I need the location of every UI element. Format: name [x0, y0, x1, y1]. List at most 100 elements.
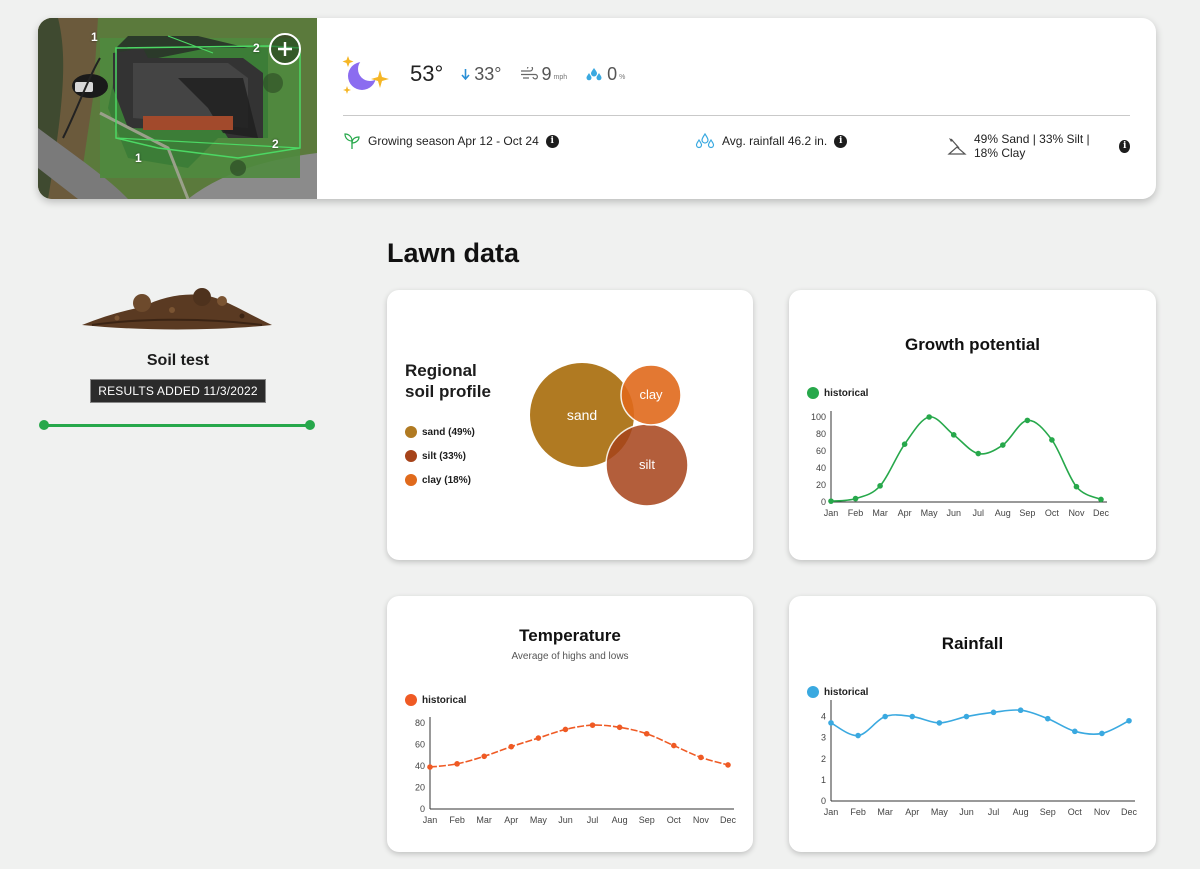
data-point [616, 724, 623, 731]
x-tick-label: Jan [824, 508, 839, 518]
low-temperature: 33° [461, 63, 502, 85]
soil-test-panel: Soil test RESULTS ADDED 11/3/2022 [38, 285, 318, 435]
x-tick-label: Aug [995, 508, 1011, 518]
y-tick-label: 0 [821, 796, 826, 806]
data-point [1017, 707, 1024, 714]
data-point [1126, 717, 1132, 724]
data-point [508, 743, 515, 750]
growth-potential-card: Growth potential historical 0 20 40 60 80 100… [789, 290, 1156, 560]
data-point [1000, 442, 1006, 448]
data-point [901, 441, 908, 447]
y-tick-label: 40 [816, 463, 826, 473]
rainfall-line-chart: 0 1 2 3 4 Jan Feb Mar Apr May Jun Jul Aug Sep Oct Nov De… [821, 700, 1138, 817]
divider [343, 115, 1130, 116]
data-point [562, 726, 569, 733]
progress-track [44, 424, 310, 427]
x-tick-label: Nov [1068, 508, 1085, 518]
data-point [643, 730, 650, 737]
x-tick-label: Dec [1093, 508, 1110, 518]
y-tick-label: 20 [816, 480, 826, 490]
x-tick-label: Sep [639, 815, 655, 825]
results-badge[interactable]: RESULTS ADDED 11/3/2022 [90, 379, 266, 403]
shovel-icon [947, 137, 967, 155]
y-tick-label: 80 [816, 429, 826, 439]
rainfall-text: Avg. rainfall 46.2 in. [722, 134, 828, 148]
x-tick-label: Nov [1094, 807, 1111, 817]
y-tick-label: 0 [821, 497, 826, 507]
data-point [698, 754, 704, 761]
data-point [926, 414, 932, 420]
soil-mix-text: 49% Sand | 33% Silt | 18% Clay [974, 132, 1090, 160]
growth-line-chart: 0 20 40 60 80 100 Jan Feb Mar Apr May Jun Jul Aug Sep O… [811, 411, 1110, 518]
data-point [1073, 483, 1080, 490]
progress-start-dot [39, 420, 49, 430]
y-tick-label: 2 [821, 754, 826, 764]
x-tick-label: Feb [848, 508, 864, 518]
bubble-label-clay: clay [639, 387, 663, 402]
precip-unit: % [619, 73, 626, 81]
series-line [830, 709, 1130, 737]
info-icon[interactable]: i [834, 134, 848, 148]
soil-pile-image [82, 288, 272, 330]
data-point [828, 720, 834, 726]
data-point [975, 450, 982, 457]
data-point [1044, 715, 1051, 722]
y-tick-label: 40 [415, 761, 425, 771]
info-icon[interactable]: i [545, 134, 559, 148]
precip-value: 0 [607, 63, 618, 84]
x-tick-label: Sep [1019, 508, 1035, 518]
y-tick-label: 3 [821, 733, 826, 743]
data-point [535, 735, 542, 741]
data-point [877, 483, 883, 489]
x-tick-label: Jun [558, 815, 573, 825]
soil-bubble-chart: sand clay silt [530, 363, 689, 507]
x-tick-label: Nov [693, 815, 710, 825]
bubble-label-sand: sand [567, 407, 597, 423]
data-point [990, 709, 997, 716]
y-tick-label: 60 [816, 446, 826, 456]
x-tick-label: Jun [959, 807, 974, 817]
growing-season-text: Growing season Apr 12 - Oct 24 [368, 134, 539, 148]
x-tick-label: Aug [612, 815, 628, 825]
bubble-label-silt: silt [639, 457, 655, 472]
x-tick-label: Oct [667, 815, 682, 825]
zone-label: 1 [135, 151, 142, 165]
data-point [1098, 496, 1104, 503]
plus-icon [278, 42, 292, 56]
x-tick-label: Dec [720, 815, 737, 825]
property-card: 1 2 1 2 53° 33° 9 mph 0 % Growing season… [38, 18, 1156, 199]
add-zone-button[interactable] [269, 33, 301, 65]
y-tick-label: 100 [811, 412, 826, 422]
data-point [589, 722, 596, 728]
x-tick-label: Oct [1068, 807, 1083, 817]
data-point [855, 732, 861, 739]
data-point [828, 498, 834, 504]
x-tick-label: May [921, 508, 939, 518]
property-map[interactable]: 1 2 1 2 [38, 18, 317, 199]
data-point [725, 762, 731, 768]
data-point [852, 495, 859, 502]
y-tick-label: 1 [821, 775, 826, 785]
x-tick-label: Feb [449, 815, 465, 825]
weather-summary: 53° 33° 9 mph 0 % [340, 52, 625, 96]
series-line [830, 416, 1102, 502]
x-tick-label: Dec [1121, 807, 1138, 817]
info-icon[interactable]: i [1119, 139, 1130, 153]
low-temperature-value: 33° [474, 63, 502, 84]
x-tick-label: Feb [850, 807, 866, 817]
raindrops-icon [695, 132, 715, 150]
data-point [1099, 730, 1105, 737]
x-tick-label: Mar [872, 508, 888, 518]
data-point [909, 713, 916, 720]
progress-end-dot [305, 420, 315, 430]
raindrops-icon [585, 67, 603, 81]
x-tick-label: Jul [973, 508, 985, 518]
data-point [1049, 437, 1055, 443]
x-tick-label: May [931, 807, 949, 817]
data-point [481, 753, 487, 760]
x-tick-label: Jul [988, 807, 1000, 817]
wind-unit: mph [553, 73, 568, 81]
arrow-down-icon [461, 68, 470, 80]
temperature-card: Temperature Average of highs and lows hi… [387, 596, 753, 852]
data-point [427, 764, 433, 770]
